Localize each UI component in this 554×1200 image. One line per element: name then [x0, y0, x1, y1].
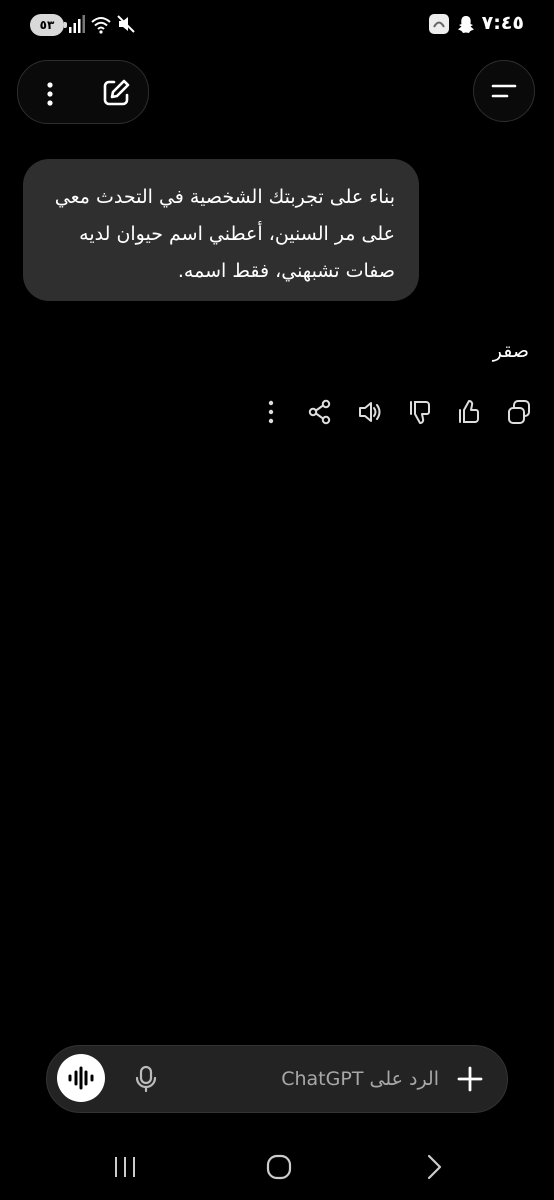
back-icon[interactable]: [419, 1152, 449, 1182]
status-time: ٧:٤٥: [481, 12, 524, 34]
battery-level: ٥٣: [39, 18, 55, 32]
sidebar-menu-button[interactable]: [473, 60, 535, 122]
share-icon[interactable]: [306, 398, 334, 426]
copy-icon[interactable]: [505, 398, 533, 426]
assistant-message-text: صقر: [492, 340, 529, 362]
new-chat-edit-icon[interactable]: [100, 77, 132, 109]
battery-indicator: ٥٣: [30, 14, 67, 36]
more-vertical-icon[interactable]: [257, 398, 285, 426]
home-icon[interactable]: [264, 1152, 294, 1182]
user-message-bubble: بناء على تجربتك الشخصية في التحدث معي عل…: [23, 159, 419, 301]
voice-mode-button[interactable]: [57, 1054, 105, 1102]
composer-input[interactable]: [175, 1060, 441, 1098]
menu-icon: [491, 84, 517, 98]
thumbs-up-icon[interactable]: [455, 398, 483, 426]
signal-icon: [69, 15, 85, 33]
user-message-text: بناء على تجربتك الشخصية في التحدث معي عل…: [54, 186, 395, 282]
status-bar: ٥٣ ٧:٤٥: [0, 0, 554, 50]
snapchat-icon: [458, 16, 474, 33]
plus-icon[interactable]: [455, 1064, 485, 1094]
voice-mode-icon: [68, 1066, 94, 1090]
thumbs-down-icon[interactable]: [406, 398, 434, 426]
speaker-icon[interactable]: [356, 398, 384, 426]
wifi-icon: [91, 17, 111, 34]
app-notification-icon: [429, 14, 449, 34]
recent-apps-icon[interactable]: [110, 1152, 140, 1182]
mute-icon: [117, 15, 135, 33]
more-options-icon[interactable]: [36, 80, 64, 108]
microphone-icon[interactable]: [131, 1064, 161, 1094]
